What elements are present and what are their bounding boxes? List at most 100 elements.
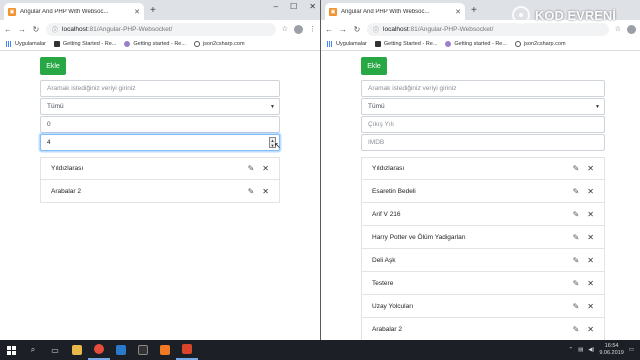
chrome-icon[interactable]: [88, 340, 110, 360]
globe-icon: [193, 41, 200, 47]
imdb-input[interactable]: 4 ▲ ▼ ↖: [40, 134, 281, 151]
delete-icon[interactable]: ✕: [587, 302, 594, 311]
browser-tab[interactable]: ▣ Angular And PHP With Websoc... ✕: [4, 3, 144, 20]
info-icon[interactable]: ⓘ: [373, 25, 379, 34]
network-icon[interactable]: ▤: [578, 347, 583, 353]
apps-grid-icon: [6, 41, 12, 47]
reload-icon[interactable]: ↻: [32, 25, 40, 34]
bookmark-item[interactable]: Getting started - Re...: [445, 41, 507, 47]
delete-icon[interactable]: ✕: [587, 256, 594, 265]
address-bar[interactable]: ⓘ localhost:81/Angular-PHP-Websocket/: [46, 22, 276, 36]
delete-icon[interactable]: ✕: [262, 187, 269, 196]
bookmark-item[interactable]: Uygulamalar: [6, 41, 46, 47]
item-name: Esaretin Bedeli: [372, 187, 416, 195]
delete-icon[interactable]: ✕: [587, 279, 594, 288]
bookmark-label: Getting started - Re...: [454, 41, 507, 47]
reload-icon[interactable]: ↻: [353, 25, 361, 34]
delete-icon[interactable]: ✕: [587, 325, 594, 334]
item-name: Testere: [372, 279, 394, 287]
filter-select[interactable]: Tümü ▼: [40, 98, 280, 115]
terminal-icon[interactable]: [132, 340, 154, 360]
watermark-text: KOD EVRENİ: [535, 7, 616, 23]
notification-icon[interactable]: ▭: [629, 347, 634, 353]
edit-icon[interactable]: ✎: [248, 187, 255, 196]
task-view-icon[interactable]: ▭: [44, 340, 66, 360]
delete-icon[interactable]: ✕: [587, 164, 594, 173]
forward-icon[interactable]: →: [18, 25, 26, 34]
profile-avatar-icon[interactable]: [294, 24, 303, 34]
minimize-icon[interactable]: –: [274, 2, 278, 11]
edit-icon[interactable]: ✎: [573, 302, 580, 311]
search-input[interactable]: Aramak istediğiniz veriyi giriniz: [40, 80, 280, 97]
profile-avatar-icon[interactable]: [627, 24, 636, 34]
edit-icon[interactable]: ✎: [248, 164, 255, 173]
xampp-icon[interactable]: [154, 340, 176, 360]
back-icon[interactable]: ←: [325, 25, 333, 34]
item-name: Deli Aşk: [372, 256, 396, 264]
taskbar: ⌕ ▭ ⌃ ▤ ◀) 16:54 9.06.2019 ▭: [0, 340, 640, 360]
filter-select[interactable]: Tümü ▼: [361, 98, 605, 115]
edit-icon[interactable]: ✎: [573, 164, 580, 173]
globe-icon: [514, 41, 521, 47]
volume-icon[interactable]: ◀): [588, 347, 594, 353]
tab-title: Angular And PHP With Websoc...: [341, 8, 430, 15]
edit-icon[interactable]: ✎: [573, 187, 580, 196]
bookmark-item[interactable]: json2csharp.com: [193, 41, 245, 47]
bookmark-label: Uygulamalar: [15, 41, 46, 47]
url-path: :81/Angular-PHP-Websocket/: [87, 25, 173, 33]
new-tab-icon[interactable]: +: [471, 3, 477, 20]
bookmark-item[interactable]: Getting started - Re...: [124, 41, 186, 47]
delete-icon[interactable]: ✕: [587, 233, 594, 242]
info-icon[interactable]: ⓘ: [52, 25, 58, 34]
year-input[interactable]: 0: [40, 116, 280, 133]
edit-icon[interactable]: ✎: [573, 256, 580, 265]
browser-toolbar: ← → ↻ ⓘ localhost:81/Angular-PHP-Websock…: [0, 20, 320, 38]
year-input[interactable]: Çıkış Yılı: [361, 116, 605, 133]
delete-icon[interactable]: ✕: [262, 164, 269, 173]
mouse-cursor-icon: ↖: [274, 141, 281, 150]
back-icon[interactable]: ←: [4, 25, 12, 34]
edit-icon[interactable]: ✎: [573, 279, 580, 288]
maximize-icon[interactable]: ☐: [290, 2, 297, 11]
menu-icon[interactable]: ⋮: [309, 25, 316, 33]
bookmark-item[interactable]: Getting Started - Re...: [53, 41, 116, 47]
item-name: Uzay Yolcuları: [372, 302, 414, 310]
browser-window-left: ▣ Angular And PHP With Websoc... ✕ + – ☐…: [0, 0, 320, 340]
clock[interactable]: 16:54 9.06.2019: [599, 343, 623, 357]
chevron-up-icon[interactable]: ⌃: [568, 347, 573, 353]
edit-icon[interactable]: ✎: [573, 210, 580, 219]
item-name: Yıldızlarası: [51, 165, 84, 172]
bookmarks-bar: Uygulamalar Getting Started - Re... Gett…: [0, 38, 320, 51]
vscode-icon[interactable]: [110, 340, 132, 360]
browser-tab[interactable]: ▣ Angular And PHP With Websoc... ✕: [325, 3, 465, 20]
bookmark-star-icon[interactable]: ☆: [615, 25, 621, 33]
bookmark-item[interactable]: Getting Started - Re...: [374, 41, 437, 47]
search-icon[interactable]: ⌕: [22, 340, 44, 360]
new-tab-icon[interactable]: +: [150, 3, 156, 20]
favicon-icon: ▣: [329, 7, 337, 16]
bookmark-item[interactable]: Uygulamalar: [327, 41, 367, 47]
apps-grid-icon: [327, 41, 333, 47]
add-button[interactable]: Ekle: [361, 57, 387, 75]
forward-icon[interactable]: →: [339, 25, 347, 34]
delete-icon[interactable]: ✕: [587, 210, 594, 219]
bookmark-star-icon[interactable]: ☆: [282, 25, 288, 33]
filter-selected-value: Tümü: [47, 103, 64, 110]
address-bar[interactable]: ⓘ localhost:81/Angular-PHP-Websocket/: [367, 22, 609, 36]
close-tab-icon[interactable]: ✕: [455, 8, 461, 16]
app-icon[interactable]: [176, 340, 198, 360]
edit-icon[interactable]: ✎: [573, 233, 580, 242]
dropdown-caret-icon: ▼: [595, 103, 600, 110]
delete-icon[interactable]: ✕: [587, 187, 594, 196]
list-item: Arabalar 2 ✎ ✕: [361, 318, 605, 340]
imdb-input[interactable]: IMDB: [361, 134, 605, 151]
start-button[interactable]: [0, 340, 22, 360]
edit-icon[interactable]: ✎: [573, 325, 580, 334]
bookmark-item[interactable]: json2csharp.com: [514, 41, 566, 47]
close-window-icon[interactable]: ✕: [309, 2, 316, 11]
add-button[interactable]: Ekle: [40, 57, 66, 75]
desktop: ▣ Angular And PHP With Websoc... ✕ + – ☐…: [0, 0, 640, 360]
folder-icon[interactable]: [66, 340, 88, 360]
close-tab-icon[interactable]: ✕: [134, 8, 140, 16]
search-input[interactable]: Aramak istediğiniz veriyi giriniz: [361, 80, 605, 97]
